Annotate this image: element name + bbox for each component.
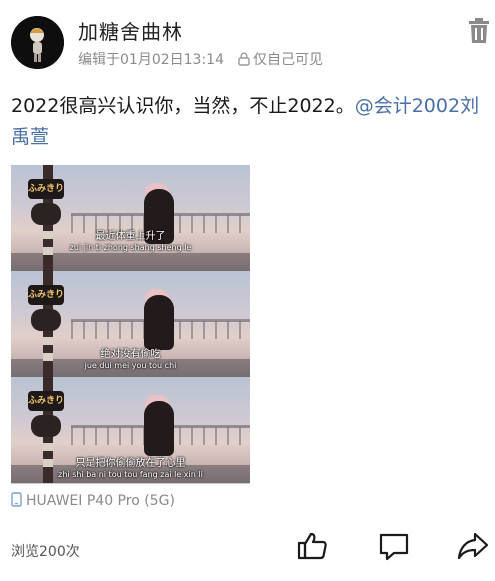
edited-timestamp: 编辑于01月02日13:14 [78,52,224,68]
image-panel: ふみきり 绝对没有偷吃 jue dui mei you tou chi [11,271,250,377]
post-header: 加糖舍曲林 编辑于01月02日13:14 仅自己可见 [0,0,495,80]
avatar[interactable] [11,16,64,69]
image-panel: ふみきり 最近体重上升了 zui jin ti zhong shang shen… [11,165,250,271]
caption-pinyin: zui jin ti zhong shang sheng le [69,243,192,252]
crossing-sign: ふみきり [28,391,64,411]
username[interactable]: 加糖舍曲林 [78,16,183,45]
comment-icon[interactable] [378,530,410,562]
image-caption: 最近体重上升了 zui jin ti zhong shang sheng le [11,231,250,253]
post-body: 2022很高兴认识你，当然，不止2022。 [11,95,355,117]
crossing-sign: ふみきり [28,179,64,199]
crossing-sign: ふみきり [28,285,64,305]
lock-icon [238,52,250,70]
share-icon[interactable] [457,530,489,562]
caption-pinyin: zhi shi ba ni tou tou fang zai le xin li [58,470,203,479]
privacy-label: 仅自己可见 [252,52,323,68]
post-image[interactable]: ふみきり 最近体重上升了 zui jin ti zhong shang shen… [11,165,250,484]
device-label: HUAWEI P40 Pro (5G) [26,493,175,509]
caption-text: 绝对没有偷吃 [100,349,161,360]
view-count: 浏览200次 [11,544,80,560]
caption-text: 最近体重上升了 [95,231,166,242]
phone-icon [11,492,22,511]
like-icon[interactable] [297,530,329,562]
trash-icon[interactable] [468,18,490,44]
image-caption: 只是把你偷偷放在了心里 zhi shi ba ni tou tou fang z… [11,458,250,480]
device-info: HUAWEI P40 Pro (5G) [11,492,175,511]
image-caption: 绝对没有偷吃 jue dui mei you tou chi [11,349,250,371]
post-meta: 编辑于01月02日13:14 仅自己可见 [78,49,323,70]
image-panel: ふみきり 只是把你偷偷放在了心里 zhi shi ba ni tou tou f… [11,377,250,484]
caption-pinyin: jue dui mei you tou chi [84,361,177,370]
caption-text: 只是把你偷偷放在了心里 [75,458,186,469]
post-text: 2022很高兴认识你，当然，不止2022。@会计2002刘禹萱 [11,91,486,153]
